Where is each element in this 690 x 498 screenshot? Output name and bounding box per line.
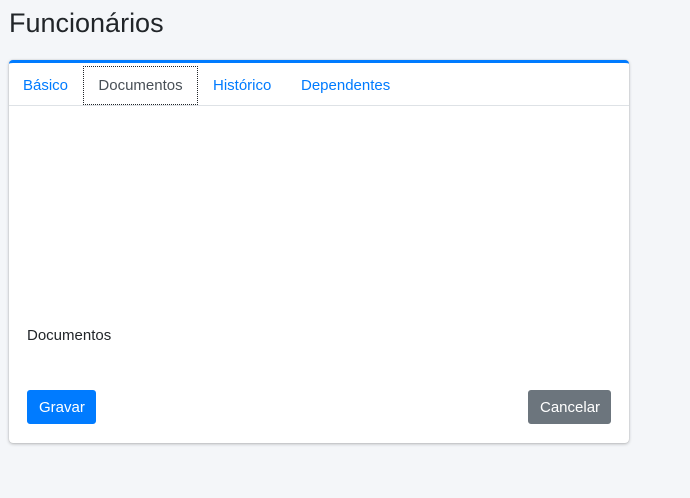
cancel-button[interactable]: Cancelar [528, 390, 611, 424]
save-button[interactable]: Gravar [27, 390, 96, 424]
tab-historico[interactable]: Histórico [199, 66, 285, 105]
tab-basico[interactable]: Básico [9, 66, 82, 105]
tab-bar: Básico Documentos Histórico Dependentes [9, 63, 629, 106]
page-title: Funcionários [9, 8, 164, 38]
tab-content-label: Documentos [27, 327, 112, 344]
page: Funcionários Básico Documentos Histórico… [0, 0, 690, 498]
tab-dependentes[interactable]: Dependentes [287, 66, 404, 105]
employee-form-card: Básico Documentos Histórico Dependentes … [9, 60, 629, 443]
tab-documentos[interactable]: Documentos [83, 66, 198, 105]
